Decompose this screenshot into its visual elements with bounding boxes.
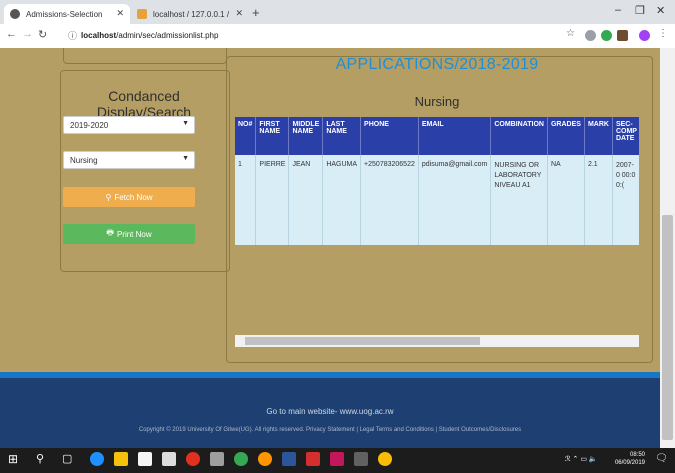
program-select-value: Nursing <box>70 156 98 165</box>
system-tray-icons[interactable]: ℛ ⌃ ▭ 🔈 <box>565 455 598 463</box>
windows-start-icon[interactable]: ⊞ <box>8 452 18 466</box>
chevron-down-icon: ▼ <box>182 155 189 162</box>
col-header-grades: GRADES <box>547 117 585 155</box>
url-field[interactable]: ⓘ localhost /admin/sec/admissionlist.php <box>68 27 558 44</box>
chrome-icon[interactable] <box>234 452 248 466</box>
word-icon[interactable] <box>282 452 296 466</box>
edge-icon[interactable] <box>90 452 104 466</box>
col-header-last-name: LAST NAME <box>322 117 362 155</box>
col-header-email: EMAIL <box>418 117 492 155</box>
col-header-no: NO# <box>235 117 257 155</box>
col-header-first-name: FIRST NAME <box>255 117 290 155</box>
pdf-icon[interactable] <box>306 452 320 466</box>
close-tab-icon[interactable]: ✕ <box>116 8 124 19</box>
year-select-value: 2019-2020 <box>70 121 109 130</box>
app-icon[interactable] <box>378 452 392 466</box>
taskbar-clock[interactable]: 08:50 06/09/2019 <box>615 451 645 467</box>
extension-icon[interactable] <box>585 30 596 41</box>
page-title: APPLICATIONS/2018-2019 <box>335 56 539 73</box>
print-now-button[interactable]: 🖶 Print Now <box>63 224 195 244</box>
page-scroll-thumb[interactable] <box>662 215 673 440</box>
search-icon: ⚲ <box>105 192 112 202</box>
search-icon[interactable]: ⚲ <box>36 452 44 465</box>
cell-last-name: HAGUMA <box>322 155 362 245</box>
app-icon[interactable] <box>330 452 344 466</box>
close-tab-icon[interactable]: ✕ <box>235 8 243 19</box>
print-icon: 🖶 <box>106 228 114 237</box>
phpmyadmin-icon <box>137 9 147 19</box>
col-header-middle-name: MIDDLE NAME <box>288 117 324 155</box>
new-tab-button[interactable]: + <box>252 5 260 20</box>
xampp-icon[interactable] <box>210 452 224 466</box>
info-icon[interactable]: ⓘ <box>68 29 77 42</box>
program-select[interactable]: Nursing ▼ <box>63 151 195 169</box>
task-view-icon[interactable]: ▢ <box>62 452 72 465</box>
applications-table: NO# FIRST NAME MIDDLE NAME LAST NAME PHO… <box>235 117 639 245</box>
browser-menu-icon[interactable]: ⋮ <box>658 28 668 39</box>
cell-no: 1 <box>235 155 257 245</box>
opera-icon[interactable] <box>186 452 200 466</box>
program-heading: Nursing <box>414 94 460 109</box>
maximize-button[interactable]: ❐ <box>635 4 645 17</box>
browser-tab-phpmyadmin[interactable]: localhost / 127.0.0.1 / ispgac_isp ✕ <box>131 4 249 24</box>
cell-mark: 2.1 <box>584 155 613 245</box>
profile-avatar[interactable] <box>639 30 650 41</box>
forward-button[interactable]: → <box>22 28 33 40</box>
cell-middle-name: JEAN <box>288 155 324 245</box>
cell-sec-comp-date: 2007-0 00:00:( <box>612 155 639 245</box>
cell-grades: NA <box>547 155 585 245</box>
store-icon[interactable] <box>138 452 152 466</box>
cell-phone: +250783206522 <box>360 155 419 245</box>
academic-year-select[interactable]: 2019-2020 ▼ <box>63 116 195 134</box>
top-panel <box>63 48 227 64</box>
clock-date: 06/09/2019 <box>614 460 645 466</box>
cell-first-name: PIERRE <box>255 155 290 245</box>
print-label: Print Now <box>116 229 152 239</box>
browser-tab-admissions[interactable]: Admissions-Selection ✕ <box>4 4 130 24</box>
fetch-label: Fetch Now <box>114 192 153 202</box>
firefox-icon[interactable] <box>258 452 272 466</box>
minimize-button[interactable]: – <box>615 4 621 16</box>
url-path: /admin/sec/admissionlist.php <box>116 31 219 40</box>
copyright-text: Copyright © 2019 University Of Gitwe(UG)… <box>138 427 522 433</box>
mail-icon[interactable] <box>162 452 176 466</box>
tab-label: Admissions-Selection <box>26 9 103 19</box>
notifications-icon[interactable]: 🗨 <box>655 453 668 464</box>
table-row: 1 PIERRE JEAN HAGUMA +250783206522 pdisu… <box>235 155 639 245</box>
reload-button[interactable]: ↻ <box>38 28 47 41</box>
chevron-down-icon: ▼ <box>182 120 189 127</box>
globe-icon <box>10 9 20 19</box>
col-header-phone: PHONE <box>360 117 419 155</box>
col-header-sec-comp-date: SEC-COMP DATE <box>612 117 639 155</box>
tab-label: localhost / 127.0.0.1 / ispgac_isp <box>153 9 231 19</box>
col-header-mark: MARK <box>584 117 613 155</box>
cell-email: pdisuma@gmail.com <box>418 155 492 245</box>
file-explorer-icon[interactable] <box>114 452 128 466</box>
table-header-row: NO# FIRST NAME MIDDLE NAME LAST NAME PHO… <box>235 117 639 155</box>
col-header-combination: COMBINATION <box>490 117 548 155</box>
main-website-link[interactable]: Go to main website- www.uog.ac.rw <box>0 407 660 416</box>
app-icon[interactable] <box>354 452 368 466</box>
cell-combination: NURSING OR LABORATORY NIVEAU A1 <box>490 155 548 245</box>
clock-time: 08:50 <box>629 452 645 458</box>
extension-icon[interactable] <box>617 30 628 41</box>
fetch-now-button[interactable]: ⚲ Fetch Now <box>63 187 195 207</box>
url-host: localhost <box>81 31 117 40</box>
applications-table-container: NO# FIRST NAME MIDDLE NAME LAST NAME PHO… <box>235 117 639 251</box>
bookmark-star-icon[interactable]: ☆ <box>566 28 575 39</box>
close-window-button[interactable]: ✕ <box>656 4 665 17</box>
extension-icon[interactable] <box>601 30 612 41</box>
back-button[interactable]: ← <box>6 28 17 40</box>
table-scroll-thumb[interactable] <box>245 337 480 345</box>
